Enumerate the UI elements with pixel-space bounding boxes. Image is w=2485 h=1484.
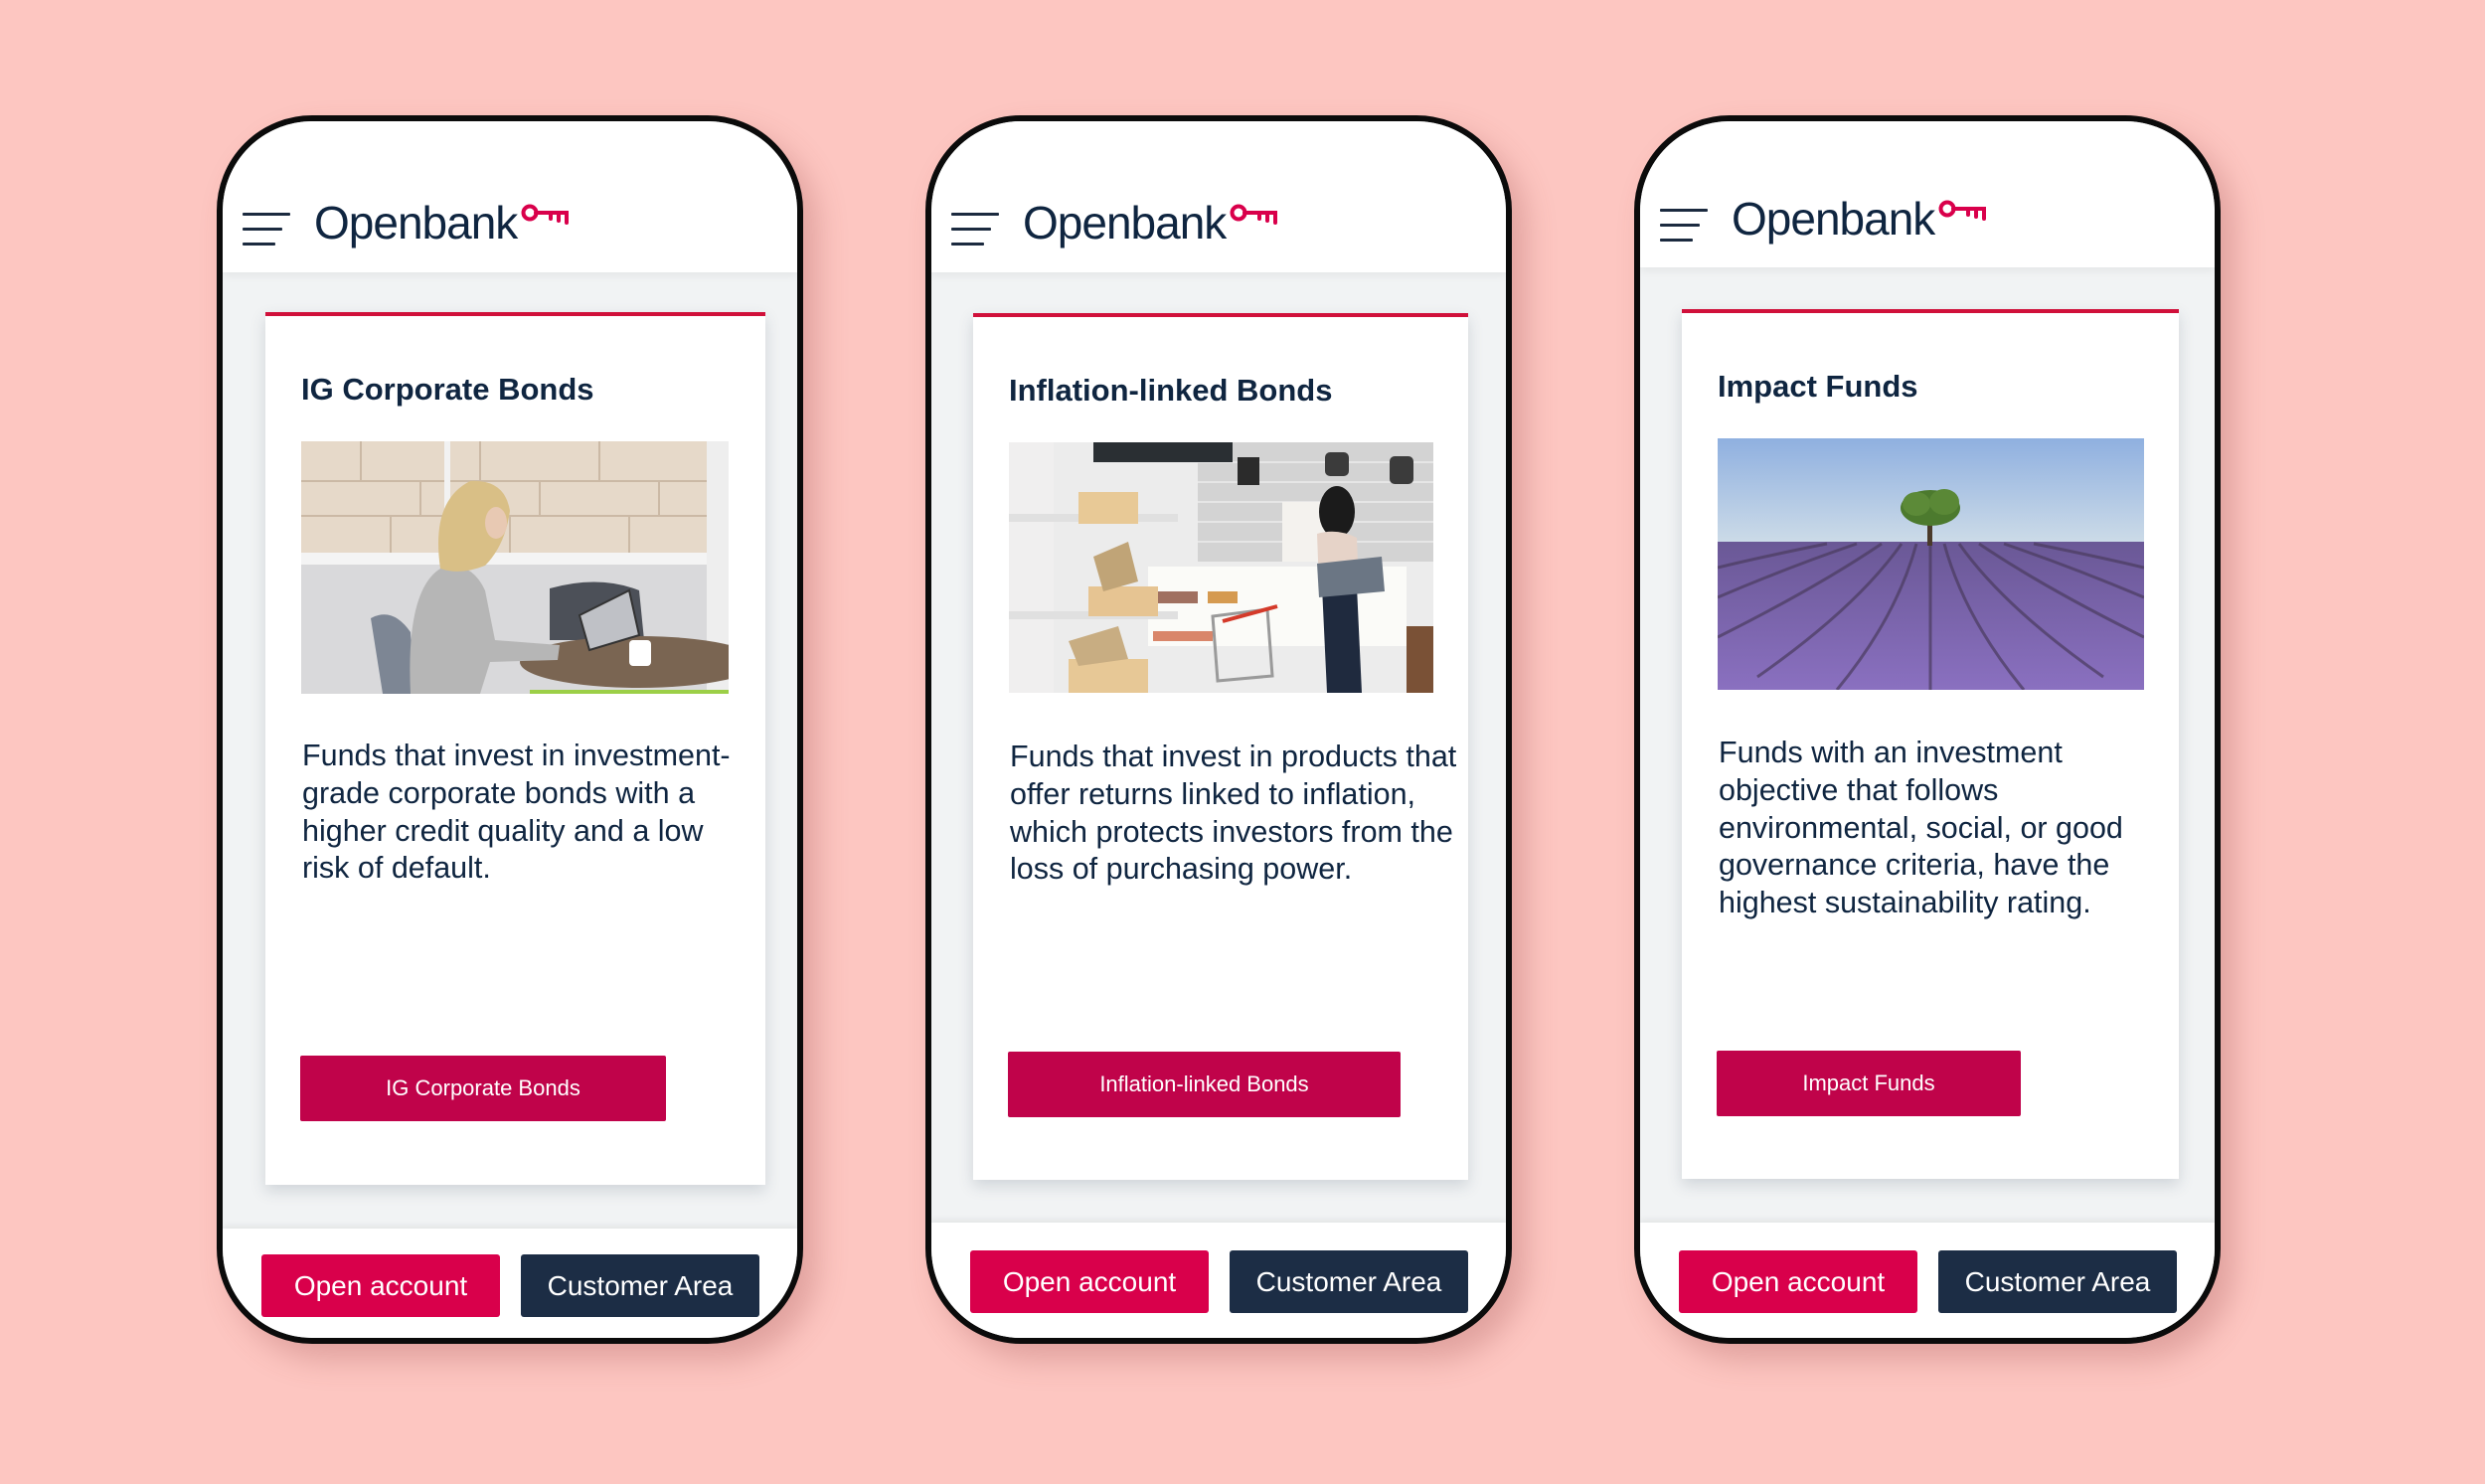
hamburger-menu-icon[interactable] <box>1660 209 1710 243</box>
customer-area-button[interactable]: Customer Area <box>1230 1250 1468 1313</box>
customer-area-button[interactable]: Customer Area <box>521 1254 759 1317</box>
product-card: Impact Funds Funds with an investment ob… <box>1682 309 2179 1179</box>
card-image-office <box>301 441 729 694</box>
card-title: Impact Funds <box>1718 369 1918 404</box>
cta-ig-corporate-bonds-button[interactable]: IG Corporate Bonds <box>300 1056 666 1121</box>
key-icon <box>1230 204 1278 225</box>
app-footer: Open account Customer Area <box>223 1229 797 1338</box>
card-image-lavender-field <box>1718 438 2144 690</box>
logo-wordmark: Openbank <box>1023 197 1227 248</box>
product-card: Inflation-linked Bonds Funds that invest… <box>973 313 1468 1180</box>
app-header: Openbank <box>931 121 1506 272</box>
hamburger-menu-icon[interactable] <box>951 213 1001 247</box>
card-description: Funds with an investment objective that … <box>1719 736 2123 920</box>
app-header: Openbank <box>223 121 797 272</box>
product-card: IG Corporate Bonds Funds that invest in … <box>265 312 765 1185</box>
key-icon <box>1938 200 1987 221</box>
openbank-logo[interactable]: Openbank <box>1023 193 1279 252</box>
app-footer: Open account Customer Area <box>1640 1223 2215 1338</box>
card-title: Inflation-linked Bonds <box>1009 373 1333 408</box>
logo-wordmark: Openbank <box>314 197 518 248</box>
card-description: Funds that invest in investment-grade co… <box>302 739 731 886</box>
logo-wordmark: Openbank <box>1732 193 1935 245</box>
card-title: IG Corporate Bonds <box>301 372 594 407</box>
cta-inflation-linked-bonds-button[interactable]: Inflation-linked Bonds <box>1008 1052 1401 1117</box>
phone-mockup-inflation-linked-bonds: Openbank Inflation-linked Bonds Funds th… <box>925 115 1512 1344</box>
phone-mockup-impact-funds: Openbank Impact Funds Funds with an inve… <box>1634 115 2221 1344</box>
open-account-button[interactable]: Open account <box>261 1254 500 1317</box>
card-image-grocery <box>1009 442 1433 693</box>
app-header: Openbank <box>1640 121 2215 267</box>
customer-area-button[interactable]: Customer Area <box>1938 1250 2177 1313</box>
hamburger-menu-icon[interactable] <box>243 213 292 247</box>
app-footer: Open account Customer Area <box>931 1223 1506 1338</box>
key-icon <box>521 204 570 225</box>
cta-impact-funds-button[interactable]: Impact Funds <box>1717 1051 2021 1116</box>
open-account-button[interactable]: Open account <box>970 1250 1209 1313</box>
openbank-logo[interactable]: Openbank <box>1732 189 1988 248</box>
card-description: Funds that invest in products that offer… <box>1010 740 1457 887</box>
openbank-logo[interactable]: Openbank <box>314 193 571 252</box>
open-account-button[interactable]: Open account <box>1679 1250 1917 1313</box>
phone-mockup-ig-corporate-bonds: Openbank IG Corporate Bonds Funds that i… <box>217 115 803 1344</box>
